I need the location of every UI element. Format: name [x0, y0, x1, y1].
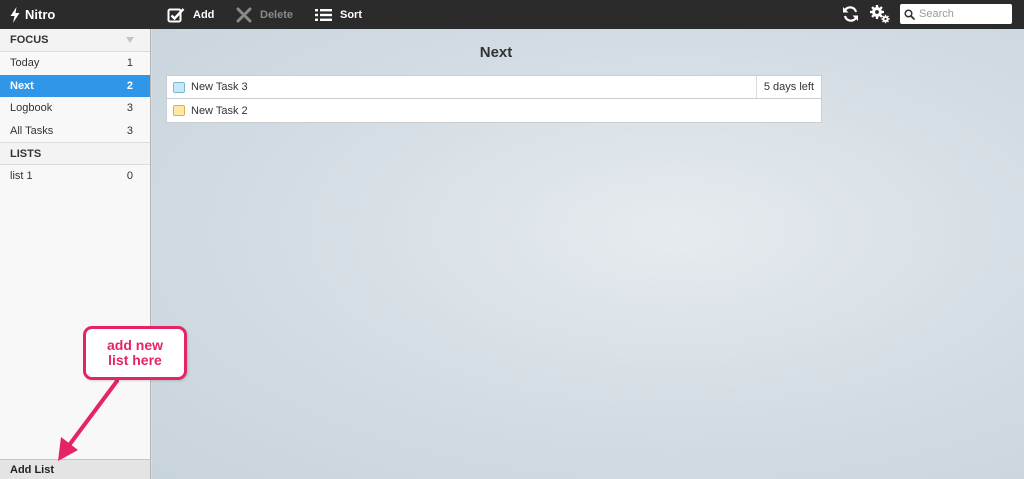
lists-section-header: LISTS: [0, 142, 150, 165]
sidebar-item-list-1[interactable]: list 1 0: [0, 165, 150, 188]
add-list-label: Add List: [10, 463, 54, 476]
sidebar-item-label: Today: [10, 57, 40, 70]
sidebar-item-count: 3: [126, 102, 133, 115]
main-content: Next New Task 3 5 days left New Task 2: [152, 29, 1024, 479]
sidebar-item-today[interactable]: Today 1: [0, 52, 150, 75]
add-label: Add: [193, 8, 215, 21]
annotation-line-2: list here: [108, 352, 162, 368]
list-sort-icon: [315, 8, 332, 21]
settings-icon: [870, 5, 890, 24]
search-box[interactable]: [900, 4, 1012, 24]
app-name: Nitro: [25, 7, 56, 22]
sort-label: Sort: [340, 8, 362, 21]
refresh-icon: [843, 6, 858, 22]
sidebar-item-label: Next: [10, 79, 34, 92]
lists-header-label: LISTS: [10, 147, 42, 160]
top-toolbar: Nitro Add Delete Sort: [0, 0, 1024, 29]
focus-header-label: FOCUS: [10, 34, 49, 46]
sidebar-item-count: 2: [126, 79, 133, 92]
task-due-date[interactable]: 5 days left: [755, 76, 821, 98]
delete-task-button[interactable]: Delete: [236, 0, 293, 29]
focus-section-header[interactable]: FOCUS: [0, 29, 150, 52]
sidebar-item-all-tasks[interactable]: All Tasks 3: [0, 120, 150, 143]
sidebar-item-count: 3: [126, 124, 133, 137]
task-checkbox[interactable]: [173, 105, 185, 116]
add-task-button[interactable]: Add: [167, 0, 214, 29]
app-logo: Nitro: [10, 0, 55, 29]
delete-x-icon: [236, 7, 252, 22]
sidebar-item-label: list 1: [10, 170, 33, 183]
page-title: Next: [479, 44, 513, 61]
annotation-callout: add new list here: [83, 326, 187, 380]
task-row[interactable]: New Task 2: [166, 99, 822, 123]
sort-button[interactable]: Sort: [315, 0, 362, 29]
search-icon: [904, 8, 915, 20]
delete-label: Delete: [260, 8, 294, 21]
task-checkbox[interactable]: [173, 81, 185, 93]
sidebar-item-label: Logbook: [10, 102, 53, 115]
add-list-button[interactable]: Add List: [0, 459, 150, 479]
task-list: New Task 3 5 days left New Task 2: [166, 75, 822, 123]
sidebar-item-count: 0: [126, 170, 133, 183]
lightning-icon: [10, 6, 20, 23]
sidebar-item-logbook[interactable]: Logbook 3: [0, 97, 150, 120]
annotation-line-1: add new: [106, 337, 163, 353]
collapse-caret-icon[interactable]: [126, 37, 134, 43]
refresh-button[interactable]: [842, 5, 859, 26]
sidebar-item-label: All Tasks: [10, 124, 54, 137]
settings-button[interactable]: [869, 3, 891, 28]
task-title: New Task 2: [191, 104, 248, 117]
checkbox-edit-icon: [167, 7, 185, 22]
sidebar-item-next[interactable]: Next 2: [0, 74, 150, 97]
sidebar: FOCUS Today 1 Next 2 Logbook 3 All Tasks…: [0, 29, 151, 479]
task-title: New Task 3: [191, 81, 248, 93]
search-input[interactable]: [919, 6, 1009, 22]
sidebar-item-count: 1: [126, 57, 133, 70]
task-row[interactable]: New Task 3 5 days left: [166, 75, 822, 99]
